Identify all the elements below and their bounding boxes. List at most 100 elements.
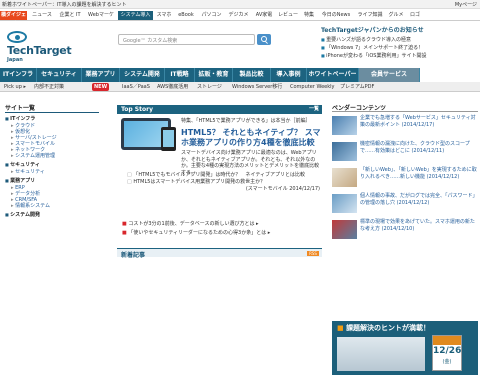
vendor-item-title: 個人情報の事故、だがログでは完全、「パスワード」の管理の落し穴 (2014/12… [360, 193, 478, 206]
nav1-tab-11[interactable]: 特集 [301, 11, 317, 20]
cat-tab-1[interactable]: セキュリティ [37, 68, 82, 82]
nav1-tab-13[interactable]: ライフ知識 [355, 11, 385, 20]
vendor-item-title: 機密情報の漏洩に向けた、クラウド型のスコープで……有効策はどこに (2014/1… [360, 141, 470, 154]
techtarget-logo[interactable]: TechTarget Japan [7, 29, 72, 63]
cat-tab-9[interactable]: 会員サービス [359, 68, 420, 82]
story-byline: (スマートモバイル 2014/12/17) [245, 186, 320, 192]
related-link[interactable]: HTML5はスマートデバイス用業務アプリ開発の救世主か？ [127, 178, 321, 185]
search-button[interactable] [257, 34, 271, 45]
latest-title: 新着記事 [121, 252, 146, 259]
sidebar-item[interactable]: システム運用管理 [5, 153, 99, 159]
vendor-thumbnail [332, 220, 357, 239]
vendor-item-title: 「新しいWeb」、「新しいWeb」を実現するために取り入れるべき……新しい機能 … [360, 167, 477, 180]
primary-nav: 橋ダイジェスト ニュース 企業と IT Webマーケ システム導入 スマホ eB… [0, 10, 480, 27]
banner-date: 12/26 [433, 346, 462, 356]
vendor-thumbnail [332, 142, 357, 161]
banner-dow: (金) [442, 359, 452, 365]
nav1-tab-0[interactable]: 橋ダイジェスト [0, 11, 27, 27]
nav1-tab-8[interactable]: デジカメ [226, 11, 251, 20]
cat-tab-5[interactable]: 拡販・教育 [195, 68, 233, 82]
nav1-tab-1[interactable]: ニュース [30, 11, 54, 20]
pickup-item-4[interactable]: Windows Server移行 [232, 83, 282, 91]
site-header: TechTarget Japan Google™ カスタム検索 TechTarg… [0, 22, 480, 68]
nav1-tab-14[interactable]: グルメ [387, 11, 405, 20]
announcement-item[interactable]: 「Windows 7」メインサポート終了迫る！ [321, 44, 478, 52]
category-nav: ITインフラ セキュリティ 業務アプリ システム開発 IT戦略 拡販・教育 製品… [0, 68, 420, 82]
sidebar-category[interactable]: ITインフラ [5, 115, 99, 123]
promo-link[interactable]: ■ 「使いやセキュリティリーダーになるための心得3か条」とは ▸ [122, 229, 322, 236]
announcement-item[interactable]: 重要ハンズが語るクラウド導入の極意 [321, 36, 478, 44]
brand-name: TechTarget [7, 44, 72, 57]
sidebar-category[interactable]: システム開発 [5, 211, 99, 219]
vendor-item[interactable]: 「新しいWeb」、「新しいWeb」を実現するために取り入れるべき……新しい機能 … [332, 166, 478, 190]
phone-image [161, 127, 176, 151]
pickup-bar: Pick up ▸ 内部不正対策 NEW IaaS／PaaS AWS徹底活用 ス… [0, 82, 480, 92]
vendor-content: ベンダーコンテンツ 企業でも急増する「Webサービス」セキュリティ対策の最新ボイ… [332, 103, 478, 375]
top-bar-title[interactable]: 新着ホワイトペーパー：IT導入の課題を解決するヒント [2, 1, 126, 8]
search-input[interactable]: Google™ カスタム検索 [118, 34, 255, 45]
nav1-tab-6[interactable]: eBook [175, 11, 197, 20]
rss-icon[interactable]: RSS [307, 251, 319, 256]
mypage-link[interactable]: Myページ [455, 1, 477, 8]
story-kicker[interactable]: 特集、「HTML5で業務アプリができる」は本当か［前編］ [181, 117, 311, 124]
pickup-item-6[interactable]: プレミアムPDF [340, 83, 374, 91]
pickup-item-5[interactable]: Computer Weekly [290, 83, 335, 91]
pickup-item-3[interactable]: ストレージ [197, 83, 222, 91]
cat-tab-8[interactable]: ホワイトペーパー [307, 68, 359, 82]
pickup-item-0[interactable]: 内部不正対策 [34, 83, 64, 91]
announcement-item[interactable]: iPhoneが変わる「iOS業務利用」サイト開設 [321, 52, 478, 60]
search-placeholder: Google™ カスタム検索 [123, 38, 178, 44]
nav1-tab-5[interactable]: スマホ [155, 11, 173, 20]
pickup-label: Pick up ▸ [4, 84, 26, 90]
vendor-thumbnail [332, 194, 357, 213]
top-story-title: Top Story [121, 106, 153, 113]
vendor-item-title: 企業でも急増する「Webサービス」セキュリティ対策の最新ボイント (2014/1… [360, 115, 476, 128]
nav1-tab-10[interactable]: レビュー [277, 11, 299, 20]
latest-articles-header: 新着記事 RSS [117, 248, 322, 259]
announcements-title: TechTargetジャパンからのお知らせ [321, 27, 424, 34]
cat-tab-0[interactable]: ITインフラ [0, 68, 37, 82]
promo-link-text: コストが3分の1前後、データベースの新しい選び方とは ▸ [128, 221, 259, 227]
vendor-item-title: 標準の現場で効果をあげていた。スマホ運用の新たな考え方 (2014/12/10) [360, 219, 475, 232]
vendor-item[interactable]: 機密情報の漏洩に向けた、クラウド型のスコープで……有効策はどこに (2014/1… [332, 140, 478, 164]
nav1-tab-7[interactable]: パソコン [199, 11, 224, 20]
nav1-tab-4[interactable]: システム導入 [118, 11, 153, 20]
banner-title: 課題解決のヒントが満載！ [337, 323, 430, 333]
top-story-more-link[interactable]: 一覧 [309, 105, 319, 114]
nav1-tab-2[interactable]: 企業と IT [56, 11, 84, 20]
story-headline[interactable]: HTML5？ それともネイティブ？ スマホ業務アプリの作り方4種を徹底比較 [181, 128, 321, 148]
nav1-tab-12[interactable]: 今日のNews [319, 11, 353, 20]
cat-tab-4[interactable]: IT戦略 [165, 68, 195, 82]
related-link[interactable]: 「HTML5でもモバイルアプリ開発」は時代か？ ネイティブアプリとは比較 [127, 171, 321, 178]
banner-image [337, 337, 425, 371]
top-story: Top Story 一覧 特集、「HTML5で業務アプリができる」は本当か［前編… [117, 105, 322, 272]
nav1-tab-9[interactable]: AV家電 [253, 11, 275, 20]
pickup-item-1[interactable]: IaaS／PaaS [122, 83, 150, 91]
vendor-item[interactable]: 企業でも急増する「Webサービス」セキュリティ対策の最新ボイント (2014/1… [332, 114, 478, 138]
sidebar-item[interactable]: セキュリティ [5, 169, 99, 175]
sidebar-category[interactable]: 業務アプリ [5, 177, 99, 185]
calendar-header [433, 336, 461, 345]
new-badge: NEW [92, 83, 110, 91]
pickup-item-2[interactable]: AWS徹底活用 [157, 83, 188, 91]
calendar-icon: 12/26 (金) [432, 335, 462, 371]
cat-tab-7[interactable]: 導入事例 [271, 68, 307, 82]
vendor-item[interactable]: 標準の現場で効果をあげていた。スマホ運用の新たな考え方 (2014/12/10) [332, 218, 478, 242]
vendor-thumbnail [332, 116, 357, 135]
cat-tab-6[interactable]: 製品比較 [233, 68, 271, 82]
top-bar: 新着ホワイトペーパー：IT導入の課題を解決するヒント Myページ [0, 0, 480, 9]
cat-tab-2[interactable]: 業務アプリ [82, 68, 120, 82]
vendor-thumbnail [332, 168, 357, 187]
brand-sub: Japan [7, 57, 23, 63]
nav1-tab-15[interactable]: ロゴ [407, 11, 423, 20]
vendor-content-title: ベンダーコンテンツ [332, 103, 478, 112]
announcements: TechTargetジャパンからのお知らせ 重要ハンズが語るクラウド導入の極意 … [321, 25, 478, 65]
cat-tab-3[interactable]: システム開発 [120, 68, 165, 82]
hint-banner[interactable]: 課題解決のヒントが満載！ 12/26 (金) [332, 321, 478, 375]
nav1-tab-3[interactable]: Webマーケ [86, 11, 116, 20]
promo-link[interactable]: ■ コストが3分の1前後、データベースの新しい選び方とは ▸ [122, 220, 322, 227]
sidebar-title: サイト一覧 [5, 103, 99, 113]
vendor-item[interactable]: 個人情報の事故、だがログでは完全、「パスワード」の管理の落し穴 (2014/12… [332, 192, 478, 216]
sidebar-category[interactable]: セキュリティ [5, 161, 99, 169]
sidebar-item[interactable]: 情報系システム [5, 203, 99, 209]
